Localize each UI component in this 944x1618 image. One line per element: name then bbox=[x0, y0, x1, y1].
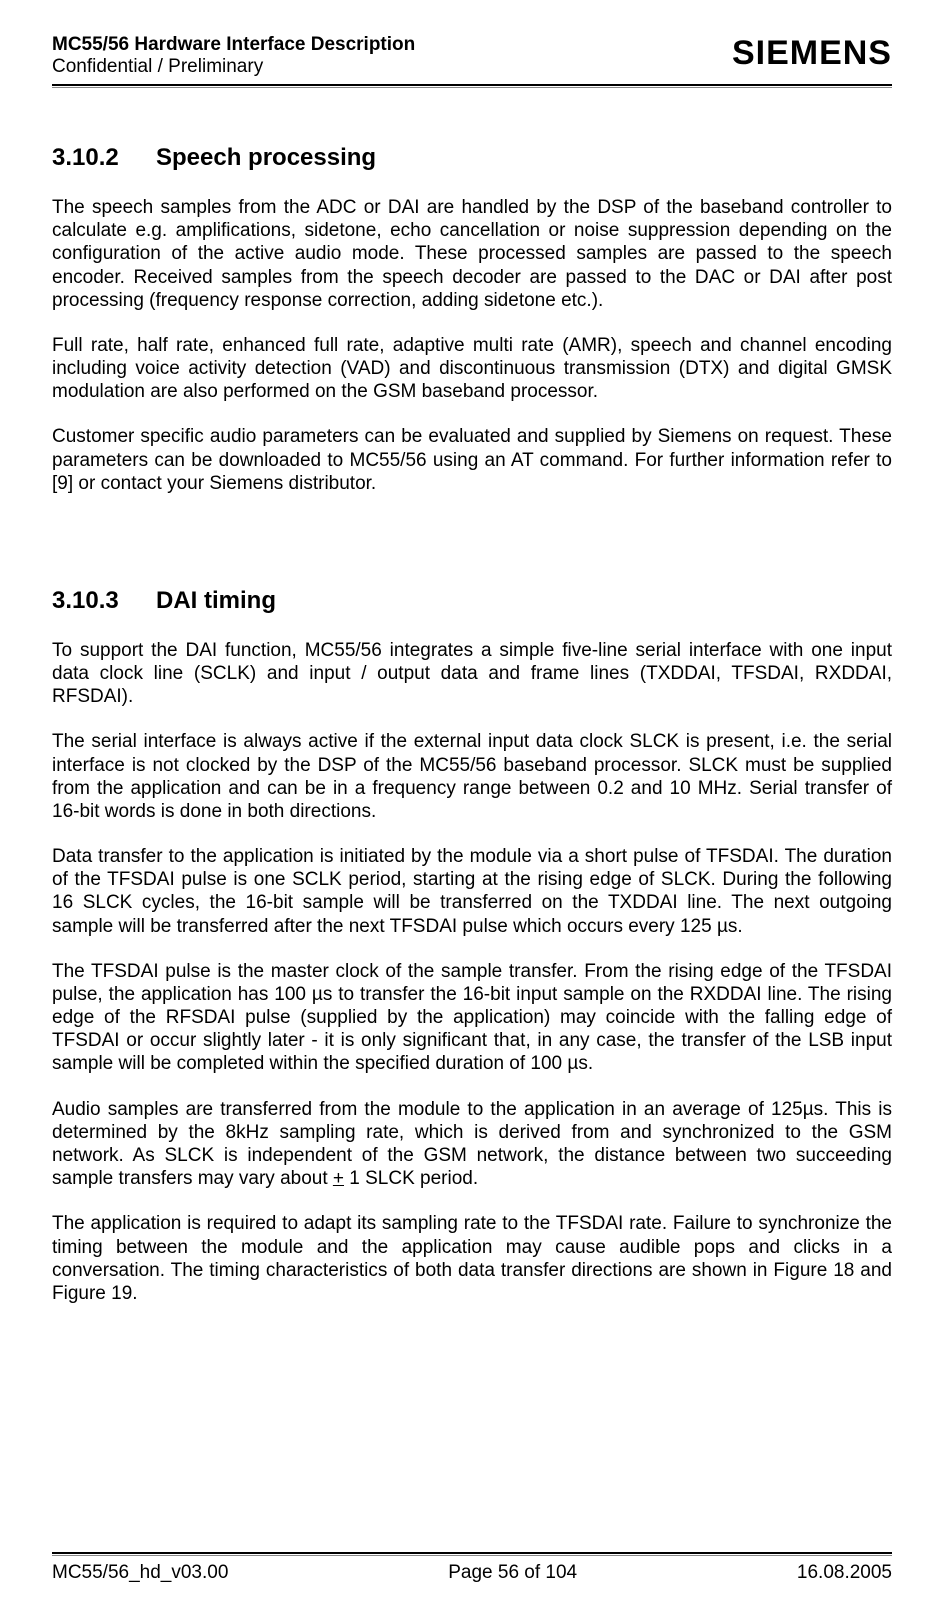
header-rule bbox=[52, 84, 892, 86]
footer-left: MC55/56_hd_v03.00 bbox=[52, 1562, 228, 1584]
paragraph: The application is required to adapt its… bbox=[52, 1212, 892, 1305]
footer-rule bbox=[52, 1552, 892, 1554]
section-title: Speech processing bbox=[156, 144, 376, 171]
header-left: MC55/56 Hardware Interface Description C… bbox=[52, 34, 415, 78]
paragraph: Audio samples are transferred from the m… bbox=[52, 1098, 892, 1191]
section-heading-dai-timing: 3.10.3DAI timing bbox=[52, 587, 892, 615]
page-content: 3.10.2Speech processing The speech sampl… bbox=[52, 88, 892, 1305]
paragraph: To support the DAI function, MC55/56 int… bbox=[52, 639, 892, 709]
page-header: MC55/56 Hardware Interface Description C… bbox=[52, 34, 892, 78]
paragraph: Customer specific audio parameters can b… bbox=[52, 425, 892, 495]
doc-title: MC55/56 Hardware Interface Description bbox=[52, 34, 415, 56]
section-number: 3.10.3 bbox=[52, 587, 156, 615]
underlined-text: + bbox=[333, 1168, 344, 1189]
paragraph: The serial interface is always active if… bbox=[52, 730, 892, 823]
paragraph: The TFSDAI pulse is the master clock of … bbox=[52, 960, 892, 1076]
footer-rule-thin bbox=[52, 1555, 892, 1556]
siemens-logo: SIEMENS bbox=[732, 34, 892, 73]
footer-right: 16.08.2005 bbox=[797, 1562, 892, 1584]
section-title: DAI timing bbox=[156, 587, 276, 614]
paragraph: Data transfer to the application is init… bbox=[52, 845, 892, 938]
page-footer: MC55/56_hd_v03.00 Page 56 of 104 16.08.2… bbox=[52, 1552, 892, 1584]
paragraph-text: 1 SLCK period. bbox=[344, 1168, 478, 1189]
section-heading-speech-processing: 3.10.2Speech processing bbox=[52, 144, 892, 172]
section-number: 3.10.2 bbox=[52, 144, 156, 172]
footer-center: Page 56 of 104 bbox=[448, 1562, 577, 1584]
section-spacer bbox=[52, 517, 892, 587]
paragraph: The speech samples from the ADC or DAI a… bbox=[52, 196, 892, 312]
doc-subtitle: Confidential / Preliminary bbox=[52, 56, 415, 78]
paragraph: Full rate, half rate, enhanced full rate… bbox=[52, 334, 892, 404]
